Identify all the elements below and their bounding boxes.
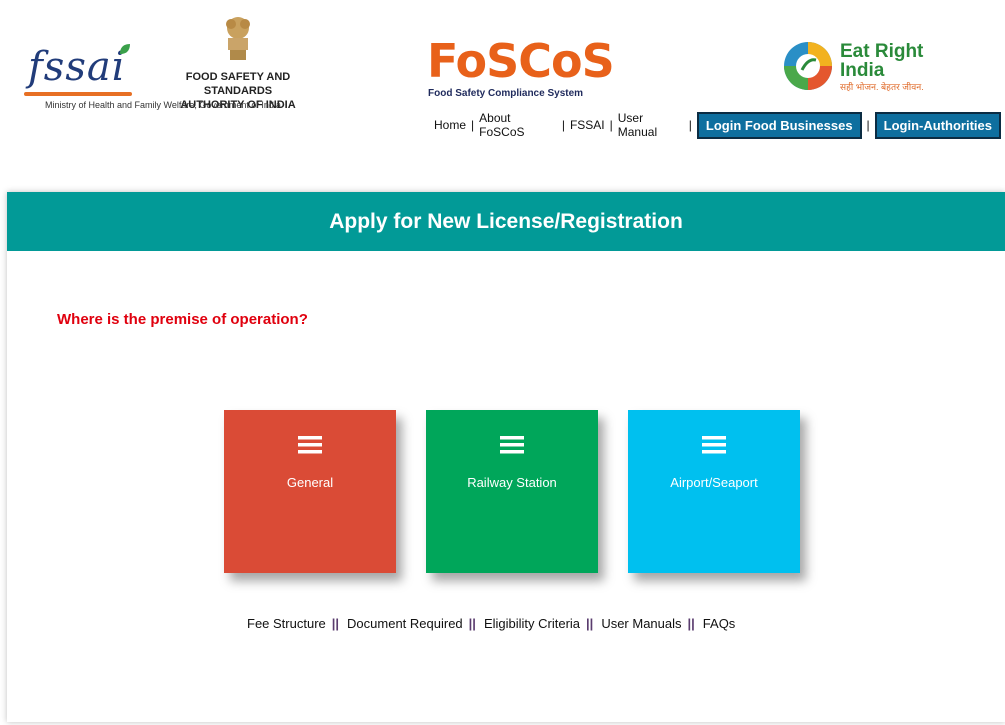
nav-separator: | (688, 118, 692, 132)
link-fee-structure[interactable]: Fee Structure (247, 616, 326, 631)
eat-right-india-title: Eat Right India (840, 42, 923, 80)
tile-general[interactable]: General (224, 410, 396, 573)
nav-user-manual[interactable]: User Manual (614, 111, 688, 139)
link-separator: || (687, 616, 695, 631)
tile-railway-station-label: Railway Station (467, 475, 557, 490)
apply-panel: Apply for New License/Registration Where… (7, 192, 1005, 722)
eat-right-line2: India (840, 60, 885, 81)
premise-question: Where is the premise of operation? (57, 311, 308, 328)
link-faqs[interactable]: FAQs (703, 616, 736, 631)
login-food-businesses-button[interactable]: Login Food Businesses (696, 111, 862, 139)
ministry-text: Ministry of Health and Family Welfare, G… (45, 100, 281, 110)
top-nav: Home | About FoSCoS | FSSAI | User Manua… (430, 111, 1005, 139)
footer-links: Fee Structure || Document Required || El… (247, 616, 735, 631)
link-user-manuals[interactable]: User Manuals (601, 616, 681, 631)
tile-general-label: General (286, 475, 334, 490)
site-header: fssai FOOD SAFETY AND STANDARDS AUTHORIT… (0, 0, 1005, 190)
fssai-logo-text: fssai (28, 44, 126, 90)
fssai-logo-swoosh (24, 92, 132, 96)
eat-right-india-tagline: सही भोजन. बेहतर जीवन. (840, 82, 924, 92)
nav-about-foscos[interactable]: About FoSCoS (475, 111, 561, 139)
national-emblem-icon (226, 17, 250, 60)
tile-railway-station[interactable]: Railway Station (426, 410, 598, 573)
link-document-required[interactable]: Document Required (347, 616, 463, 631)
menu-icon (702, 436, 726, 454)
login-authorities-button[interactable]: Login-Authorities (874, 111, 1001, 139)
link-separator: || (468, 616, 476, 631)
nav-fssai[interactable]: FSSAI (566, 118, 609, 132)
link-separator: || (586, 616, 594, 631)
link-eligibility-criteria[interactable]: Eligibility Criteria (484, 616, 580, 631)
nav-home[interactable]: Home (430, 118, 470, 132)
foscos-logo[interactable]: FoSCoS (427, 36, 615, 86)
leaf-icon (120, 44, 130, 54)
menu-icon (298, 436, 322, 454)
foscos-tagline: Food Safety Compliance System (428, 88, 584, 99)
org-name-line1: FOOD SAFETY AND STANDARDS (185, 71, 291, 97)
panel-title: Apply for New License/Registration (7, 192, 1005, 251)
nav-separator: | (866, 118, 870, 132)
tile-airport-seaport-label: Airport/Seaport (670, 475, 758, 490)
link-separator: || (331, 616, 340, 631)
tile-airport-seaport[interactable]: Airport/Seaport (628, 410, 800, 573)
menu-icon (500, 436, 524, 454)
eat-right-india-icon (784, 42, 832, 90)
eat-right-line1: Eat Right (840, 41, 924, 62)
